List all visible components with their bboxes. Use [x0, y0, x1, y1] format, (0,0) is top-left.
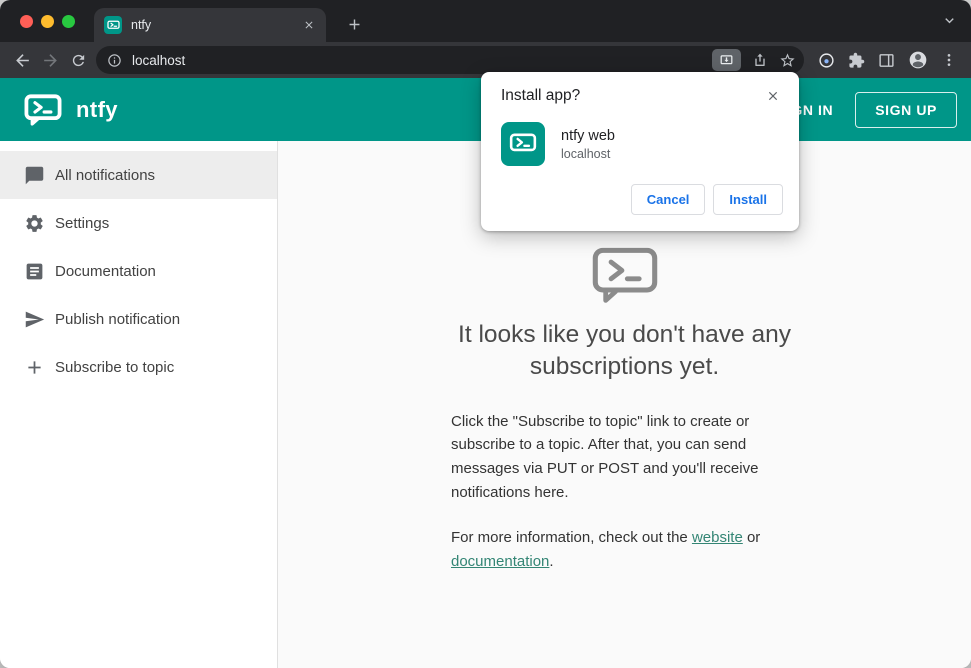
- tab-close-icon[interactable]: [300, 16, 318, 34]
- ntfy-app-icon: [501, 122, 545, 166]
- minimize-window-button[interactable]: [41, 15, 54, 28]
- install-app-dialog: Install app? ntfy web localhost Cancel I…: [481, 72, 799, 231]
- extension-icon[interactable]: [818, 52, 835, 69]
- window-controls: [20, 15, 75, 28]
- ntfy-empty-state-logo-icon: [592, 247, 658, 303]
- extensions-area: [810, 50, 963, 70]
- install-app-name: ntfy web: [561, 127, 615, 144]
- more-info-text: For more information, check out the: [451, 529, 692, 547]
- sidebar-item-publish-notification[interactable]: Publish notification: [0, 295, 277, 343]
- sidebar-item-all-notifications[interactable]: All notifications: [0, 151, 277, 199]
- brand-title: ntfy: [76, 96, 118, 122]
- site-info-icon[interactable]: [107, 53, 122, 68]
- sidebar-item-documentation[interactable]: Documentation: [0, 247, 277, 295]
- profile-avatar-icon[interactable]: [908, 50, 928, 70]
- back-button[interactable]: [8, 46, 36, 74]
- sidebar-item-label: Documentation: [55, 262, 156, 280]
- sidebar-item-label: All notifications: [55, 166, 156, 184]
- install-dialog-app-info: ntfy web localhost: [501, 122, 783, 166]
- ntfy-logo-icon: [24, 93, 62, 126]
- tab-title: ntfy: [131, 18, 152, 32]
- browser-tab-ntfy[interactable]: ntfy: [94, 8, 326, 42]
- browser-menu-icon[interactable]: [941, 52, 957, 68]
- empty-state-heading: It looks like you don't have any subscri…: [458, 321, 791, 381]
- install-app-icon[interactable]: [712, 49, 741, 71]
- install-dialog-header: Install app?: [501, 86, 783, 106]
- zoom-window-button[interactable]: [62, 15, 75, 28]
- url-text: localhost: [132, 52, 186, 68]
- new-tab-button[interactable]: [341, 11, 367, 37]
- empty-state-more-info: For more information, check out the webs…: [451, 526, 798, 573]
- tab-favicon-ntfy-icon: [104, 16, 122, 34]
- cancel-button[interactable]: Cancel: [630, 184, 706, 215]
- chat-bubble-icon: [22, 163, 46, 187]
- sign-up-button[interactable]: SIGN UP: [855, 91, 957, 128]
- tab-strip: ntfy: [0, 0, 971, 42]
- extensions-puzzle-icon[interactable]: [848, 52, 865, 69]
- tab-search-chevron-icon[interactable]: [941, 12, 958, 29]
- install-dialog-title: Install app?: [501, 87, 581, 104]
- empty-state-paragraph: Click the "Subscribe to topic" link to c…: [451, 412, 759, 501]
- share-icon[interactable]: [752, 52, 768, 68]
- install-app-origin: localhost: [561, 146, 611, 161]
- close-window-button[interactable]: [20, 15, 33, 28]
- sidebar-item-label: Subscribe to topic: [55, 358, 175, 376]
- forward-button[interactable]: [36, 46, 64, 74]
- documentation-link[interactable]: documentation: [451, 553, 549, 570]
- gear-icon: [22, 211, 46, 235]
- sidebar-item-label: Settings: [55, 214, 110, 232]
- address-bar[interactable]: localhost: [96, 46, 804, 74]
- more-info-text: .: [549, 553, 554, 571]
- install-dialog-close-icon[interactable]: [763, 86, 783, 106]
- reload-button[interactable]: [64, 46, 92, 74]
- install-dialog-actions: Cancel Install: [501, 184, 783, 215]
- browser-window: ntfy localhost ntfy SIGN IN SIGN UP All …: [0, 0, 971, 668]
- sidebar-item-settings[interactable]: Settings: [0, 199, 277, 247]
- plus-icon: [22, 355, 46, 379]
- send-icon: [22, 307, 46, 331]
- website-link[interactable]: website: [692, 529, 743, 546]
- sidebar: All notifications Settings Documentation: [0, 141, 278, 668]
- more-info-text: or: [742, 529, 761, 547]
- side-panel-icon[interactable]: [878, 52, 895, 69]
- sidebar-item-label: Publish notification: [55, 310, 181, 328]
- bookmark-star-icon[interactable]: [779, 52, 796, 69]
- install-button[interactable]: Install: [713, 184, 783, 215]
- sidebar-item-subscribe-to-topic[interactable]: Subscribe to topic: [0, 343, 277, 391]
- article-icon: [22, 259, 46, 283]
